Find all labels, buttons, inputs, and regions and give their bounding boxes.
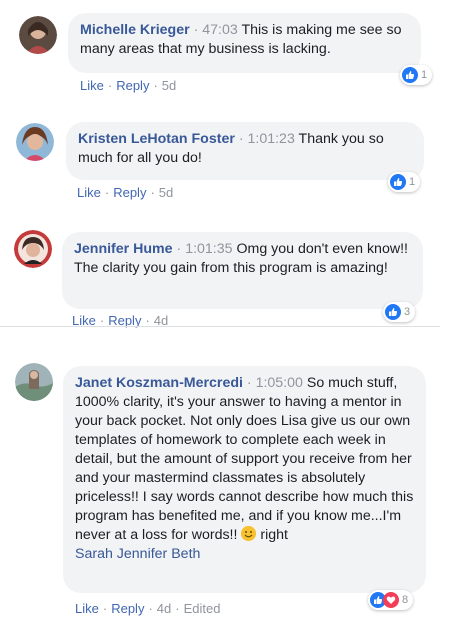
comment-timestamp[interactable]: 47:03 <box>202 22 238 38</box>
reply-link[interactable]: Reply <box>113 185 146 200</box>
like-link[interactable]: Like <box>80 78 104 93</box>
comment-text-tail: right <box>260 527 288 543</box>
avatar[interactable] <box>15 363 53 401</box>
like-link[interactable]: Like <box>75 601 99 616</box>
comment-bubble: Kristen LeHotan Foster · 1:01:23 Thank y… <box>66 122 424 180</box>
avatar[interactable] <box>16 123 54 161</box>
comment-timestamp[interactable]: 1:01:35 <box>185 241 232 257</box>
avatar[interactable] <box>14 230 52 268</box>
avatar[interactable] <box>19 16 57 54</box>
reaction-count: 1 <box>409 176 416 188</box>
comment-actions: Like · Reply · 5d <box>77 185 174 200</box>
comment-age[interactable]: 4d <box>157 601 171 616</box>
comment-actions: Like · Reply · 4d · Edited <box>75 601 221 616</box>
comment-author[interactable]: Jennifer Hume <box>74 241 173 257</box>
comment-bubble: Michelle Krieger · 47:03 This is making … <box>68 13 421 73</box>
like-reaction-icon <box>390 174 406 190</box>
like-link[interactable]: Like <box>77 185 101 200</box>
comment-timestamp[interactable]: 1:01:23 <box>248 131 295 147</box>
comment-age[interactable]: 5d <box>162 78 176 93</box>
previous-comment-avatar-clip <box>18 0 58 4</box>
reaction-summary[interactable]: 1 <box>388 172 421 192</box>
smiley-emoji-icon <box>241 526 257 541</box>
reaction-summary[interactable]: 3 <box>383 302 416 322</box>
comment-actions: Like · Reply · 5d <box>80 78 177 93</box>
comment-bubble: Janet Koszman-Mercredi · 1:05:00 So much… <box>63 366 426 593</box>
reaction-count: 3 <box>404 306 411 318</box>
comment-author[interactable]: Michelle Krieger <box>80 22 190 38</box>
section-divider <box>0 326 440 327</box>
reaction-count: 1 <box>421 69 428 81</box>
reply-link[interactable]: Reply <box>116 78 149 93</box>
reaction-count: 8 <box>402 594 409 606</box>
comment-timestamp[interactable]: 1:05:00 <box>256 375 303 391</box>
comment-author[interactable]: Janet Koszman-Mercredi <box>75 375 243 391</box>
love-reaction-icon <box>383 592 399 608</box>
like-reaction-icon <box>385 304 401 320</box>
reply-link[interactable]: Reply <box>111 601 144 616</box>
reaction-summary[interactable]: 8 <box>368 590 414 610</box>
like-reaction-icon <box>402 67 418 83</box>
comment-text: So much stuff, 1000% clarity, it's your … <box>75 375 414 543</box>
comment-bubble: Jennifer Hume · 1:01:35 Omg you don't ev… <box>62 232 423 309</box>
tagged-mention[interactable]: Sarah Jennifer Beth <box>75 546 200 562</box>
reaction-summary[interactable]: 1 <box>400 65 433 85</box>
edited-label[interactable]: Edited <box>184 601 221 616</box>
comment-age[interactable]: 5d <box>159 185 173 200</box>
comment-author[interactable]: Kristen LeHotan Foster <box>78 131 235 147</box>
